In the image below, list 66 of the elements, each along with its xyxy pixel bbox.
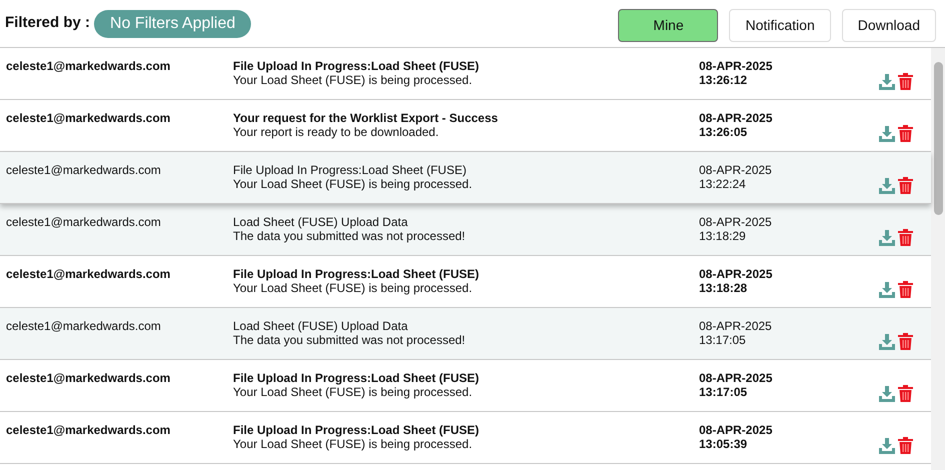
notification-date: 08-APR-2025 xyxy=(699,319,773,333)
notification-time: 13:26:05 xyxy=(699,125,748,139)
notification-date: 08-APR-2025 xyxy=(699,267,774,281)
download-icon[interactable] xyxy=(879,438,895,454)
notification-time: 13:26:12 xyxy=(699,73,748,87)
trash-icon[interactable] xyxy=(898,73,913,90)
scrollbar-thumb[interactable] xyxy=(934,62,942,215)
user-email: celeste1@markedwards.com xyxy=(5,371,172,387)
user-email: celeste1@markedwards.com xyxy=(5,59,172,75)
download-icon[interactable] xyxy=(879,178,895,194)
download-icon[interactable] xyxy=(879,126,895,142)
notification-time: 13:18:29 xyxy=(699,229,747,243)
notification-time: 13:18:28 xyxy=(699,281,748,295)
filter-button[interactable]: Notification xyxy=(729,9,831,42)
filter-button[interactable]: Download xyxy=(842,9,936,42)
notification-date: 08-APR-2025 xyxy=(699,163,773,177)
notification-title: File Upload In Progress:Load Sheet (FUSE) xyxy=(233,59,480,73)
download-icon[interactable] xyxy=(879,386,895,402)
user-email: celeste1@markedwards.com xyxy=(5,267,172,283)
trash-icon[interactable] xyxy=(898,333,913,350)
trash-icon[interactable] xyxy=(898,385,913,402)
notification-date: 08-APR-2025 xyxy=(699,371,774,385)
trash-icon[interactable] xyxy=(898,177,913,194)
user-email: celeste1@markedwards.com xyxy=(5,423,172,439)
notification-message: Your Load Sheet (FUSE) is being processed. xyxy=(233,73,474,87)
filter-label: Filtered by : xyxy=(5,13,90,34)
notification-message: The data you submitted was not processed! xyxy=(233,229,466,243)
notification-date: 08-APR-2025 xyxy=(699,215,773,229)
notification-message: Your Load Sheet (FUSE) is being processed. xyxy=(233,437,474,451)
download-icon[interactable] xyxy=(879,334,895,350)
download-icon[interactable] xyxy=(879,282,895,298)
download-icon[interactable] xyxy=(879,230,895,246)
notification-message: Your Load Sheet (FUSE) is being processed. xyxy=(233,281,474,295)
user-email: celeste1@markedwards.com xyxy=(5,111,172,127)
user-email: celeste1@markedwards.com xyxy=(5,163,162,179)
user-email: celeste1@markedwards.com xyxy=(5,319,162,335)
trash-icon[interactable] xyxy=(898,281,913,298)
notification-row[interactable]: celeste1@markedwards.com Load Sheet (FUSE) Upload Data The data you submitted was not processed! 08-APR-2025 13:18:29 xyxy=(0,204,931,256)
notification-title: File Upload In Progress:Load Sheet (FUSE) xyxy=(233,371,480,385)
notification-row[interactable]: celeste1@markedwards.com Load Sheet (FUSE) Upload Data The data you submitted was not processed! 08-APR-2025 13:17:05 xyxy=(0,308,931,360)
trash-icon[interactable] xyxy=(898,125,913,142)
notification-date: 08-APR-2025 xyxy=(699,111,774,125)
trash-icon[interactable] xyxy=(898,437,913,454)
notification-title: Load Sheet (FUSE) Upload Data xyxy=(233,215,409,229)
notification-message: Your report is ready to be downloaded. xyxy=(233,125,440,139)
scrollbar[interactable] xyxy=(931,48,945,470)
notification-message: Your Load Sheet (FUSE) is being processed. xyxy=(233,177,474,191)
trash-icon[interactable] xyxy=(898,229,913,246)
user-email: celeste1@markedwards.com xyxy=(5,215,162,231)
notification-time: 13:17:05 xyxy=(699,385,748,399)
notification-date: 08-APR-2025 xyxy=(699,423,774,437)
notification-title: File Upload In Progress:Load Sheet (FUSE) xyxy=(233,163,468,177)
notification-time: 13:05:39 xyxy=(699,437,748,451)
notification-row[interactable]: celeste1@markedwards.com File Upload In Progress:Load Sheet (FUSE) Your Load Sheet (FUSE) is being processed. 08-APR-2025 13:22:24 xyxy=(0,152,931,204)
notification-date: 08-APR-2025 xyxy=(699,59,774,73)
notification-title: Your request for the Worklist Export - Success xyxy=(233,111,499,125)
filter-badge: No Filters Applied xyxy=(94,10,252,38)
notification-message: The data you submitted was not processed! xyxy=(233,333,466,347)
notification-title: File Upload In Progress:Load Sheet (FUSE) xyxy=(233,423,480,437)
notification-message: Your Load Sheet (FUSE) is being processed. xyxy=(233,385,474,399)
notification-title: Load Sheet (FUSE) Upload Data xyxy=(233,319,409,333)
download-icon[interactable] xyxy=(879,74,895,90)
notification-time: 13:17:05 xyxy=(699,333,747,347)
notification-title: File Upload In Progress:Load Sheet (FUSE) xyxy=(233,267,480,281)
notification-time: 13:22:24 xyxy=(699,177,747,191)
filter-button[interactable]: Mine xyxy=(618,9,718,42)
